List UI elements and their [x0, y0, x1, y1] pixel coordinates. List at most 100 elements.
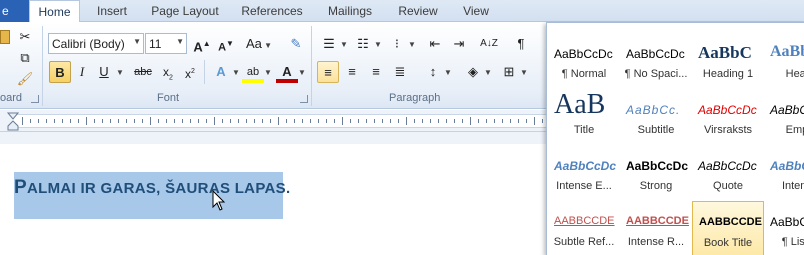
ruler-tick: [494, 119, 495, 123]
style-subtitle[interactable]: AaBbCc. Subtitle: [620, 89, 692, 144]
change-case-button[interactable]: Aa ▼: [245, 33, 273, 55]
style-h2[interactable]: AaBbC Headi: [764, 33, 804, 88]
ruler-tick: [398, 119, 399, 123]
decrease-indent-icon[interactable]: ⇤: [424, 33, 446, 55]
subscript-button[interactable]: x2: [157, 61, 179, 83]
shading-icon[interactable]: ◈: [462, 61, 484, 83]
indent-marker-icon[interactable]: [6, 112, 20, 132]
style-preview: AaBbCc.: [626, 103, 681, 117]
highlight-dropdown-icon[interactable]: ▼: [264, 68, 272, 77]
style-list[interactable]: AaBbCcDc ¶ List P: [764, 201, 804, 255]
multilevel-list-icon[interactable]: ⁝: [386, 33, 408, 55]
style-intense-q[interactable]: AaBbCcDc Intense: [764, 145, 804, 200]
tab-mailings[interactable]: Mailings: [320, 0, 380, 22]
copy-icon[interactable]: ⧉: [14, 47, 36, 69]
tab-view[interactable]: View: [456, 0, 496, 22]
text-effects-button[interactable]: A: [210, 61, 232, 83]
ruler-tick: [478, 119, 479, 123]
bullets-dropdown-icon[interactable]: ▼: [340, 40, 348, 49]
strikethrough-button[interactable]: abc: [130, 61, 156, 83]
paste-icon[interactable]: [0, 30, 10, 44]
clipboard-launcher-icon[interactable]: [31, 95, 39, 103]
style-intense-e[interactable]: AaBbCcDc Intense E...: [548, 145, 620, 200]
style-label: ¶ Normal: [561, 68, 607, 80]
numbering-icon[interactable]: ☷: [352, 33, 374, 55]
ruler-tick: [230, 119, 231, 123]
ruler-tick: [254, 119, 255, 123]
ruler-tick: [414, 119, 415, 123]
grow-font-button[interactable]: A▲: [191, 33, 213, 55]
file-tab[interactable]: e: [0, 0, 30, 22]
cut-icon[interactable]: ✂: [14, 26, 36, 48]
ruler-tick: [126, 119, 127, 123]
line-spacing-icon[interactable]: ↕: [422, 61, 444, 83]
borders-icon[interactable]: ⊞: [498, 61, 520, 83]
style-virsraksts[interactable]: AaBbCcDc Virsraksts: [692, 89, 764, 144]
ruler-tick: [294, 119, 295, 123]
style-h1[interactable]: AaBbC Heading 1: [692, 33, 764, 88]
tab-review[interactable]: Review: [392, 0, 444, 22]
numbering-dropdown-icon[interactable]: ▼: [374, 40, 382, 49]
style-label: Emph: [785, 124, 804, 136]
align-right-icon[interactable]: ≡: [365, 61, 387, 83]
ruler-tick: [190, 119, 191, 123]
ruler-tick: [302, 119, 303, 123]
style-preview: AABBCCDE: [699, 216, 762, 228]
bold-button[interactable]: B: [49, 61, 71, 83]
font-color-button[interactable]: A: [276, 61, 298, 83]
shading-dropdown-icon[interactable]: ▼: [484, 68, 492, 77]
multilevel-dropdown-icon[interactable]: ▼: [408, 40, 416, 49]
style-intense-ref[interactable]: AABBCCDE Intense R...: [620, 201, 692, 255]
line-spacing-dropdown-icon[interactable]: ▼: [444, 68, 452, 77]
superscript-button[interactable]: x2: [179, 61, 201, 83]
shrink-font-button[interactable]: A▼: [215, 33, 237, 55]
align-left-icon[interactable]: ≡: [317, 61, 339, 83]
underline-button[interactable]: U: [93, 61, 115, 83]
text-effects-dropdown-icon[interactable]: ▼: [232, 68, 240, 77]
style-label: Subtle Ref...: [553, 236, 615, 248]
style-normal[interactable]: AaBbCcDc ¶ Normal: [548, 33, 620, 88]
ruler-band: [12, 114, 546, 128]
style-preview: AaBbCcDc: [698, 103, 757, 117]
document-paragraph[interactable]: PALMAI IR GARAS, ŠAURAS LAPAS.: [14, 177, 290, 199]
format-painter-icon[interactable]: 🖌: [14, 68, 36, 90]
style-quote[interactable]: AaBbCcDc Quote: [692, 145, 764, 200]
style-emph[interactable]: AaBbCcDc Emph: [764, 89, 804, 144]
style-preview: AaB: [554, 89, 606, 120]
increase-indent-icon[interactable]: ⇥: [448, 33, 470, 55]
document-text-rest: ALMAI IR GARAS, ŠAURAS LAPAS.: [26, 180, 291, 197]
ruler-tick: [70, 119, 71, 123]
ruler-tick: [446, 119, 447, 123]
style-subtle-ref[interactable]: AABBCCDE Subtle Ref...: [548, 201, 620, 255]
highlight-button[interactable]: ab: [242, 61, 264, 83]
italic-button[interactable]: I: [71, 61, 93, 83]
tab-insert[interactable]: Insert: [88, 0, 136, 22]
style-strong[interactable]: AaBbCcDc Strong: [620, 145, 692, 200]
style-preview: AaBbCcDc: [770, 159, 804, 173]
style-normal[interactable]: AaBbCcDc ¶ No Spaci...: [620, 33, 692, 88]
show-marks-button[interactable]: ¶: [510, 33, 532, 55]
borders-dropdown-icon[interactable]: ▼: [520, 68, 528, 77]
ruler-tick: [270, 119, 271, 123]
font-size-combo[interactable]: 11 ▼: [145, 33, 187, 54]
clear-formatting-icon[interactable]: ✎: [285, 33, 307, 55]
ruler-tick: [206, 119, 207, 123]
bullets-icon[interactable]: ☰: [318, 33, 340, 55]
style-book-title[interactable]: AABBCCDE Book Title: [692, 201, 764, 255]
tab-references[interactable]: References: [236, 0, 308, 22]
justify-icon[interactable]: ≣: [389, 61, 411, 83]
font-name-combo[interactable]: Calibri (Body) ▼: [48, 33, 144, 54]
sort-button[interactable]: A↓Z: [478, 33, 500, 55]
style-preview: AaBbCcDc: [554, 47, 613, 61]
ruler-tick: [318, 119, 319, 123]
ruler-tick: [526, 119, 527, 123]
word-window: e Home Insert Page Layout References Mai…: [0, 0, 804, 255]
tab-home[interactable]: Home: [29, 0, 80, 23]
tab-page-layout[interactable]: Page Layout: [146, 0, 224, 22]
ruler-tick: [30, 119, 31, 123]
font-color-dropdown-icon[interactable]: ▼: [298, 68, 306, 77]
underline-dropdown-icon[interactable]: ▼: [116, 68, 124, 77]
font-launcher-icon[interactable]: [300, 95, 308, 103]
style-title[interactable]: AaB Title: [548, 89, 620, 144]
align-center-icon[interactable]: ≡: [341, 61, 363, 83]
